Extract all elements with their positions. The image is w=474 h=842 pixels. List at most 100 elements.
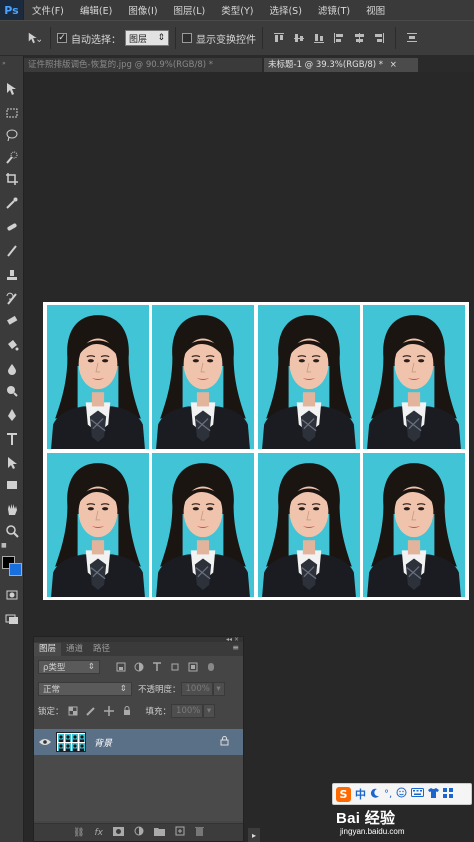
- eyedropper-tool-icon[interactable]: [3, 194, 21, 212]
- quick-select-tool-icon[interactable]: [3, 148, 21, 166]
- skin-shirt-icon[interactable]: [428, 787, 440, 801]
- layer-row-background[interactable]: 背景: [34, 729, 243, 755]
- blur-tool-icon[interactable]: [3, 360, 21, 378]
- fill-dropdown-icon[interactable]: ▾: [203, 704, 216, 718]
- ime-language-toggle[interactable]: 中: [355, 786, 366, 802]
- close-tab-icon[interactable]: ×: [390, 60, 397, 70]
- collapse-arrows-icon[interactable]: »: [2, 60, 6, 67]
- opacity-input[interactable]: 100%: [180, 682, 213, 696]
- marquee-tool-icon[interactable]: [3, 104, 21, 122]
- align-bottom-icon[interactable]: [312, 31, 326, 45]
- adjustment-layer-icon[interactable]: [134, 826, 144, 839]
- layer-style-fx-icon[interactable]: fx: [94, 828, 103, 838]
- id-photo: [363, 452, 466, 597]
- shape-filter-icon[interactable]: [169, 661, 181, 673]
- clone-stamp-tool-icon[interactable]: [3, 266, 21, 284]
- delete-layer-icon[interactable]: [194, 826, 204, 839]
- dropdown-arrows-icon: ⇕: [157, 33, 165, 43]
- lock-all-icon[interactable]: [121, 705, 133, 717]
- tools-panel: » ■: [0, 56, 24, 842]
- paint-bucket-tool-icon[interactable]: [3, 336, 21, 354]
- eye-visibility-icon[interactable]: [34, 738, 56, 746]
- crop-tool-icon[interactable]: [3, 170, 21, 188]
- menu-filter[interactable]: 滤镜(T): [310, 3, 358, 17]
- adjustment-filter-icon[interactable]: [133, 661, 145, 673]
- baidu-jingyan-watermark: Bai 经验 jingyan.baidu.com: [336, 807, 472, 839]
- tab-source-document[interactable]: 证件照排版调色-恢复的.jpg @ 90.9%(RGB/8) *: [24, 58, 262, 72]
- align-top-icon[interactable]: [272, 31, 286, 45]
- show-transform-label: 显示变换控件: [196, 34, 256, 46]
- distribute-top-icon[interactable]: [405, 31, 419, 45]
- add-mask-icon[interactable]: [112, 826, 124, 839]
- show-transform-checkbox[interactable]: [182, 33, 192, 43]
- menu-view[interactable]: 视图: [358, 3, 393, 17]
- menu-edit[interactable]: 编辑(E): [72, 3, 120, 17]
- lock-transparent-icon[interactable]: [67, 705, 79, 717]
- opacity-dropdown-icon[interactable]: ▾: [212, 682, 225, 696]
- menu-layer[interactable]: 图层(L): [166, 3, 214, 17]
- type-filter-icon[interactable]: [151, 661, 163, 673]
- pixel-filter-icon[interactable]: [115, 661, 127, 673]
- align-right-icon[interactable]: [372, 31, 386, 45]
- zoom-tool-icon[interactable]: [3, 522, 21, 540]
- opacity-label: 不透明度：: [138, 685, 181, 695]
- quick-mask-icon[interactable]: [3, 586, 21, 604]
- lasso-tool-icon[interactable]: [3, 126, 21, 144]
- path-selection-tool-icon[interactable]: [3, 454, 21, 472]
- filter-kind-select[interactable]: ρ类型 ⇕: [38, 660, 100, 674]
- blend-row: 正常 ⇕ 不透明度： 100% ▾: [34, 678, 243, 700]
- toolbox-grid-icon[interactable]: [443, 787, 454, 801]
- blend-mode-select[interactable]: 正常 ⇕: [38, 682, 132, 696]
- keyboard-icon[interactable]: [411, 788, 425, 800]
- background-color-swatch[interactable]: [9, 563, 22, 576]
- history-brush-tool-icon[interactable]: [3, 290, 21, 308]
- new-layer-icon[interactable]: [175, 826, 185, 839]
- tab-channels[interactable]: 通道: [61, 643, 88, 656]
- panel-expand-arrow-icon[interactable]: ▸: [248, 828, 260, 842]
- move-tool-preset-icon[interactable]: [27, 31, 41, 45]
- punctuation-icon[interactable]: °,: [384, 789, 392, 800]
- half-width-moon-icon[interactable]: [370, 788, 380, 801]
- align-hcenter-icon[interactable]: [352, 31, 366, 45]
- default-colors-icon[interactable]: ■: [1, 542, 7, 549]
- menu-image[interactable]: 图像(I): [120, 3, 165, 17]
- lock-position-icon[interactable]: [103, 705, 115, 717]
- layer-name[interactable]: 背景: [94, 736, 112, 749]
- filter-row: ρ类型 ⇕: [34, 656, 243, 678]
- link-layers-icon[interactable]: ⛓: [73, 828, 84, 838]
- chevron-down-icon: ⇕: [119, 684, 127, 694]
- layers-footer: ⛓ fx: [34, 823, 243, 841]
- eraser-tool-icon[interactable]: [3, 312, 21, 330]
- menu-type[interactable]: 类型(Y): [213, 3, 261, 17]
- dodge-tool-icon[interactable]: [3, 382, 21, 400]
- rectangle-tool-icon[interactable]: [3, 476, 21, 494]
- align-vcenter-icon[interactable]: [292, 31, 306, 45]
- type-tool-icon[interactable]: [3, 430, 21, 448]
- move-tool-icon[interactable]: [3, 80, 21, 98]
- emoji-icon[interactable]: [396, 787, 407, 801]
- tab-untitled-document[interactable]: 未标题-1 @ 39.3%(RGB/8) * ×: [264, 58, 418, 72]
- auto-select-label: 自动选择：: [71, 34, 121, 46]
- tab-layers[interactable]: 图层: [34, 643, 62, 656]
- fill-input[interactable]: 100%: [171, 704, 204, 718]
- hand-tool-icon[interactable]: [3, 500, 21, 518]
- align-left-icon[interactable]: [332, 31, 346, 45]
- document-canvas[interactable]: [43, 302, 469, 600]
- lock-pixels-icon[interactable]: [85, 705, 97, 717]
- smart-object-filter-icon[interactable]: [187, 661, 199, 673]
- filter-toggle-icon[interactable]: [205, 661, 217, 673]
- sogou-logo-icon[interactable]: S: [336, 786, 351, 802]
- new-group-icon[interactable]: [153, 827, 165, 839]
- auto-select-checkbox[interactable]: ✓: [57, 33, 67, 43]
- tab-paths[interactable]: 路径: [88, 643, 115, 656]
- menu-file[interactable]: 文件(F): [24, 3, 72, 17]
- lock-label: 锁定：: [38, 707, 64, 717]
- pen-tool-icon[interactable]: [3, 406, 21, 424]
- menu-select[interactable]: 选择(S): [261, 3, 309, 17]
- healing-brush-tool-icon[interactable]: [3, 218, 21, 236]
- brush-tool-icon[interactable]: [3, 242, 21, 260]
- auto-select-dropdown[interactable]: 图层 ⇕: [125, 30, 169, 46]
- panel-menu-icon[interactable]: ≡: [232, 643, 239, 652]
- screen-mode-icon[interactable]: [3, 610, 21, 628]
- id-photo: [257, 452, 360, 597]
